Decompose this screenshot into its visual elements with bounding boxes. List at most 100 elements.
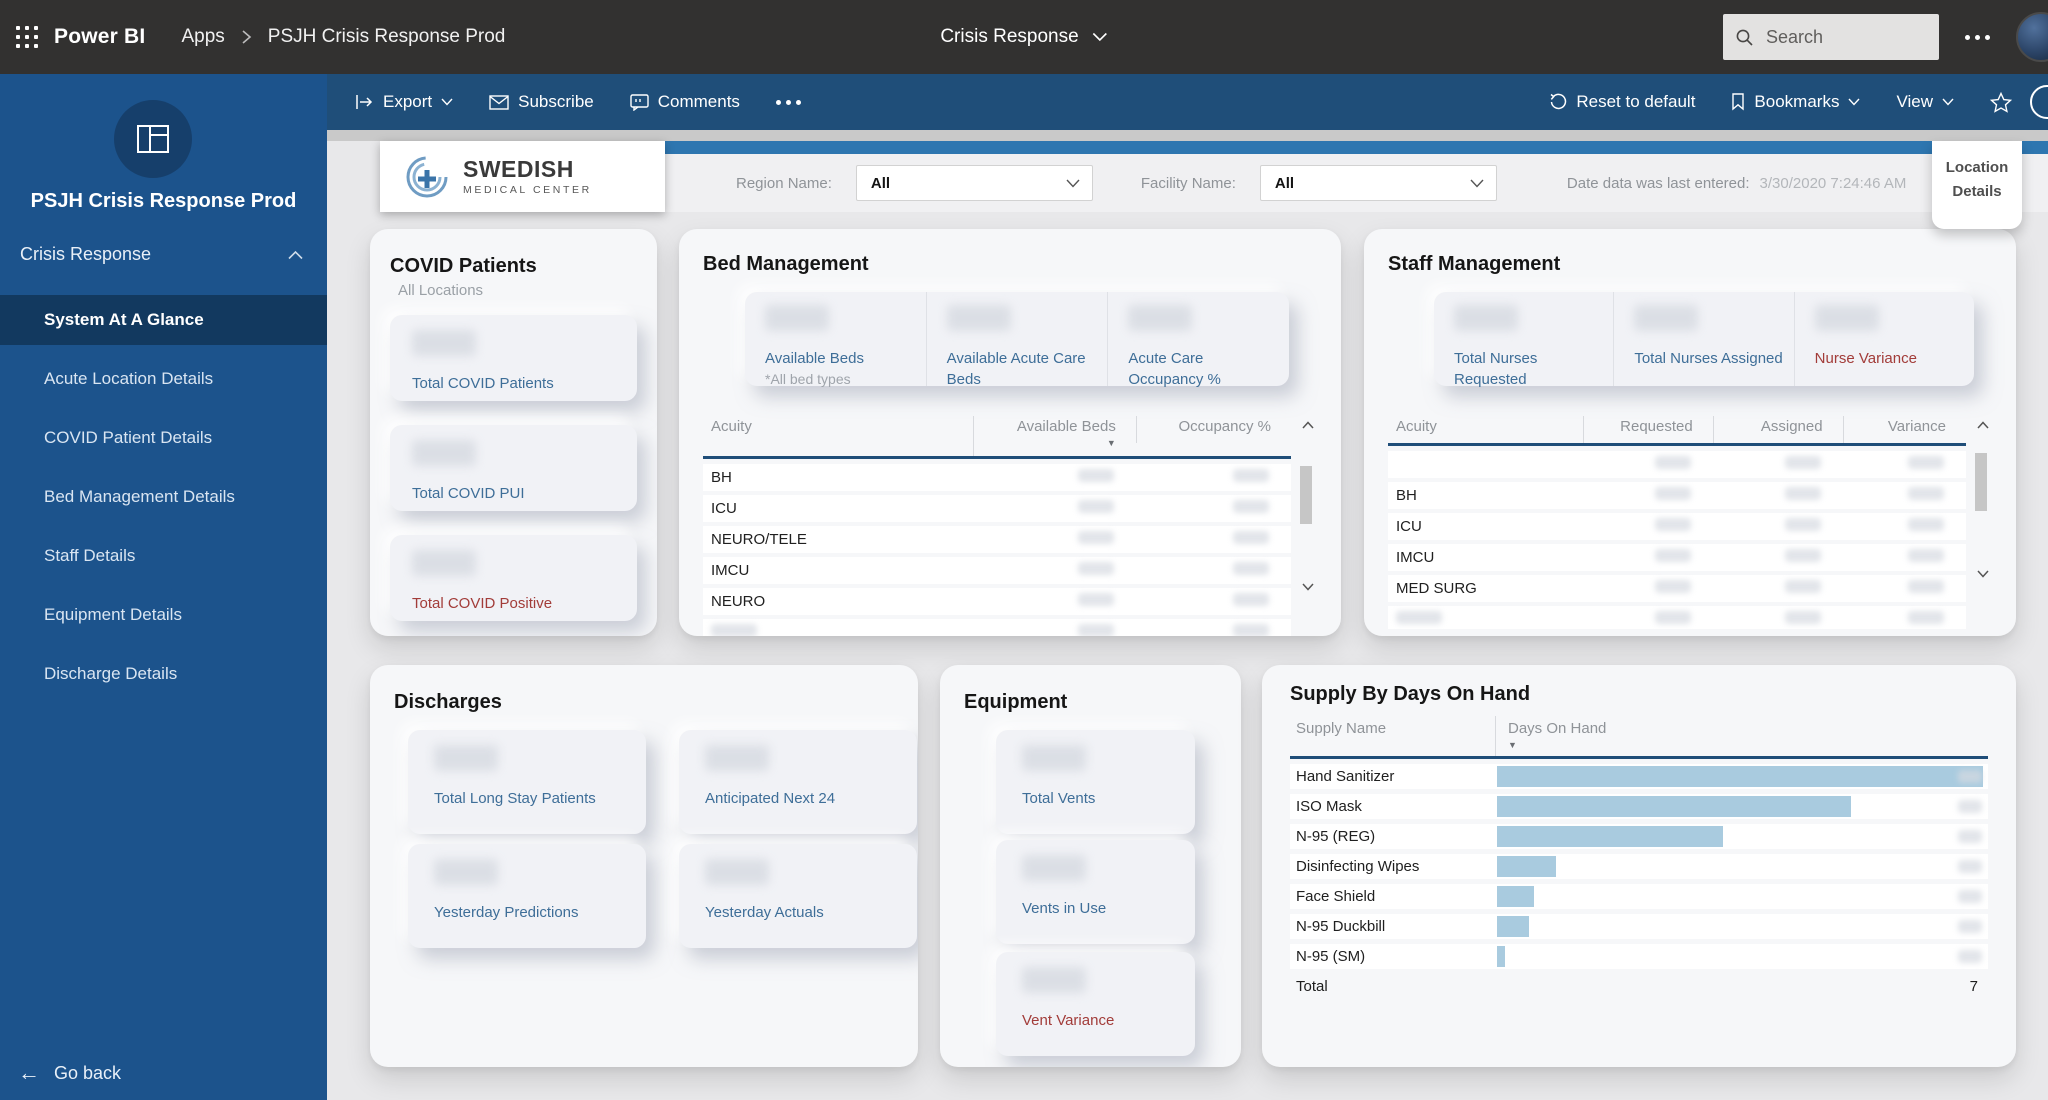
report-canvas: SWEDISH MEDICAL CENTER Region Name: All … — [327, 130, 2048, 1100]
view-button[interactable]: View — [1896, 92, 1954, 112]
powerbi-brand[interactable]: Power BI — [54, 25, 145, 49]
kpi-total-nurses-assigned[interactable]: Total Nurses Assigned — [1613, 292, 1793, 386]
table-row[interactable]: IMCU — [1388, 544, 1966, 571]
bed-table-header: Acuity Available Beds▼ Occupancy % — [703, 416, 1317, 456]
col-variance[interactable]: Variance — [1843, 416, 1966, 443]
scroll-down-icon[interactable] — [1301, 582, 1315, 592]
table-row[interactable]: NEURO — [703, 588, 1291, 615]
kpi-total-covid-pui[interactable]: Total COVID PUI — [390, 425, 637, 511]
discharges-card-title: Discharges — [394, 691, 894, 714]
comments-button[interactable]: Comments — [630, 92, 740, 112]
table-row[interactable]: Face Shield — [1290, 884, 1988, 909]
col-acuity[interactable]: Acuity — [1388, 416, 1583, 443]
redacted-value — [434, 745, 498, 771]
kpi-vent-variance[interactable]: Vent Variance — [996, 952, 1195, 1056]
table-row[interactable]: ICU — [1388, 513, 1966, 540]
sidebar-item-covid-patient-details[interactable]: COVID Patient Details — [0, 413, 327, 463]
export-button[interactable]: Export — [355, 92, 453, 112]
total-label: Total — [1296, 978, 1328, 995]
location-details-button[interactable]: Location Details — [1932, 141, 2022, 229]
table-row[interactable]: BH — [1388, 482, 1966, 509]
facility-filter-value: All — [1275, 175, 1294, 192]
waffle-menu-icon[interactable] — [0, 0, 54, 74]
col-occupancy[interactable]: Occupancy % — [1136, 416, 1291, 443]
table-row[interactable]: ICU — [703, 495, 1291, 522]
table-row[interactable]: NEURO/TELE — [703, 526, 1291, 553]
chevron-right-icon — [241, 29, 252, 45]
sidebar-item-equipment-details[interactable]: Equipment Details — [0, 590, 327, 640]
kpi-available-beds[interactable]: Available Beds *All bed types — [745, 292, 926, 386]
kpi-acute-care-occupancy[interactable]: Acute Care Occupancy % — [1107, 292, 1289, 386]
kpi-nurse-variance[interactable]: Nurse Variance — [1794, 292, 1974, 386]
table-row[interactable]: MED SURG — [1388, 575, 1966, 602]
kpi-anticipated-next-24[interactable]: Anticipated Next 24 — [679, 730, 917, 834]
search-box[interactable] — [1723, 14, 1939, 60]
subscribe-button[interactable]: Subscribe — [489, 92, 594, 112]
table-row[interactable]: N-95 (SM) — [1290, 944, 1988, 969]
scroll-down-icon[interactable] — [1976, 569, 1990, 579]
sidebar-item-acute-location-details[interactable]: Acute Location Details — [0, 354, 327, 404]
table-row[interactable]: IMCU — [703, 557, 1291, 584]
table-row[interactable] — [1388, 606, 1966, 629]
kpi-note: *All bed types — [765, 371, 916, 387]
col-available-beds[interactable]: Available Beds▼ — [973, 416, 1136, 456]
bookmarks-button[interactable]: Bookmarks — [1731, 92, 1860, 112]
report-switcher[interactable]: Crisis Response — [940, 26, 1107, 48]
go-back-button[interactable]: ← Go back — [18, 1062, 121, 1084]
total-value: 7 — [1970, 978, 1978, 995]
kpi-yesterday-actuals[interactable]: Yesterday Actuals — [679, 844, 917, 948]
region-filter-dropdown[interactable]: All — [856, 165, 1093, 201]
kpi-label: Vent Variance — [1022, 1010, 1195, 1031]
table-row[interactable]: ISO Mask — [1290, 794, 1988, 819]
sidebar-item-staff-details[interactable]: Staff Details — [0, 531, 327, 581]
col-days-on-hand[interactable]: Days On Hand▼ — [1495, 716, 1988, 756]
sidebar-section-crisis-response[interactable]: Crisis Response — [20, 244, 303, 265]
sidebar-item-system-at-a-glance[interactable]: System At A Glance — [0, 295, 327, 345]
table-row[interactable]: Disinfecting Wipes — [1290, 854, 1988, 879]
scrollbar-thumb[interactable] — [1975, 453, 1987, 511]
avatar[interactable] — [2016, 12, 2048, 62]
staff-table-header: Acuity Requested Assigned Variance — [1388, 416, 1992, 443]
favorite-star-icon[interactable] — [1990, 92, 2012, 113]
clipped-toolbar-icon[interactable] — [2030, 85, 2048, 119]
kpi-available-acute-care-beds[interactable]: Available Acute Care Beds — [926, 292, 1108, 386]
redacted-value — [1634, 305, 1698, 331]
table-row[interactable]: N-95 Duckbill — [1290, 914, 1988, 939]
col-requested[interactable]: Requested — [1583, 416, 1713, 443]
facility-filter-dropdown[interactable]: All — [1260, 165, 1497, 201]
reset-to-default-button[interactable]: Reset to default — [1549, 92, 1695, 112]
search-input[interactable] — [1764, 26, 1893, 49]
more-options-icon[interactable] — [1965, 35, 1990, 40]
kpi-total-long-stay-patients[interactable]: Total Long Stay Patients — [408, 730, 646, 834]
table-row[interactable] — [1388, 451, 1966, 478]
app-bar: Power BI Apps PSJH Crisis Response Prod … — [0, 0, 2048, 74]
kpi-vents-in-use[interactable]: Vents in Use — [996, 840, 1195, 944]
toolbar-more-icon[interactable] — [776, 100, 801, 105]
kpi-total-covid-patients[interactable]: Total COVID Patients — [390, 315, 637, 401]
scroll-up-icon[interactable] — [1301, 420, 1315, 430]
sidebar-item-bed-management-details[interactable]: Bed Management Details — [0, 472, 327, 522]
bookmarks-label: Bookmarks — [1754, 92, 1839, 112]
table-row[interactable]: BH — [703, 464, 1291, 491]
table-row[interactable]: Hand Sanitizer — [1290, 764, 1988, 789]
breadcrumb-apps[interactable]: Apps — [181, 26, 224, 48]
star-icon — [1990, 92, 2012, 113]
report-switcher-label: Crisis Response — [940, 26, 1078, 48]
table-row[interactable]: N-95 (REG) — [1290, 824, 1988, 849]
staff-kpi-strip: Total Nurses Requested Total Nurses Assi… — [1434, 292, 1974, 386]
kpi-total-covid-positive[interactable]: Total COVID Positive — [390, 535, 637, 621]
kpi-total-nurses-requested[interactable]: Total Nurses Requested — [1434, 292, 1613, 386]
kpi-yesterday-predictions[interactable]: Yesterday Predictions — [408, 844, 646, 948]
chevron-down-icon — [441, 98, 453, 106]
sidebar-item-discharge-details[interactable]: Discharge Details — [0, 649, 327, 699]
table-row[interactable] — [703, 619, 1291, 636]
kpi-total-vents[interactable]: Total Vents — [996, 730, 1195, 834]
col-assigned[interactable]: Assigned — [1713, 416, 1843, 443]
col-supply-name[interactable]: Supply Name — [1290, 716, 1495, 756]
scrollbar-thumb[interactable] — [1300, 466, 1312, 524]
scroll-up-icon[interactable] — [1976, 420, 1990, 430]
supply-days-on-hand-card: Supply By Days On Hand Supply Name Days … — [1262, 665, 2016, 1067]
section-label: Crisis Response — [20, 244, 151, 265]
col-acuity[interactable]: Acuity — [703, 416, 973, 443]
sort-desc-icon: ▼ — [982, 438, 1116, 448]
